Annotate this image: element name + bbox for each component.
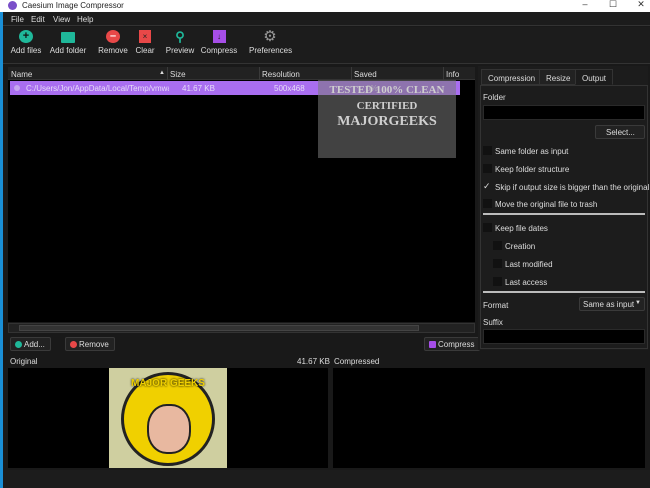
- title-bar: Caesium Image Compressor – ☐ ✕: [0, 0, 650, 12]
- format-value: Same as input: [583, 300, 635, 309]
- last-modified-checkbox[interactable]: [493, 259, 502, 268]
- gear-icon: ⚙: [263, 28, 277, 45]
- preview-label: Preview: [165, 46, 195, 55]
- folder-icon: [61, 32, 75, 43]
- skip-bigger-label: Skip if output size is bigger than the o…: [495, 183, 650, 192]
- minimize-button[interactable]: –: [578, 0, 592, 9]
- tab-compression[interactable]: Compression: [481, 69, 543, 85]
- column-resolution[interactable]: Resolution: [262, 70, 300, 79]
- column-size[interactable]: Size: [170, 70, 186, 79]
- keep-structure-checkbox[interactable]: [483, 164, 492, 173]
- status-bar: [3, 470, 650, 488]
- column-info[interactable]: Info: [446, 70, 459, 79]
- original-label: Original: [10, 357, 38, 366]
- last-access-label: Last access: [505, 278, 548, 287]
- window-border: [0, 12, 3, 488]
- suffix-input[interactable]: [483, 329, 645, 344]
- menu-file[interactable]: File: [11, 15, 24, 24]
- clear-label: Clear: [135, 46, 155, 55]
- window-title: Caesium Image Compressor: [22, 1, 124, 10]
- keep-dates-label: Keep file dates: [495, 224, 548, 233]
- cell-size: 41.67 KB: [182, 84, 215, 93]
- compress-label: Compress: [438, 340, 475, 349]
- preferences-button[interactable]: ⚙ Preferences: [249, 28, 293, 55]
- watermark-line: MAJORGEEKS: [337, 114, 437, 129]
- watermark-line: TESTED 100% CLEAN: [329, 84, 445, 96]
- last-modified-label: Last modified: [505, 260, 553, 269]
- menu-edit[interactable]: Edit: [31, 15, 45, 24]
- move-trash-label: Move the original file to trash: [495, 200, 598, 209]
- maximize-button[interactable]: ☐: [606, 0, 620, 9]
- minus-circle-icon: –: [106, 30, 120, 43]
- column-saved[interactable]: Saved: [354, 70, 377, 79]
- menu-bar: File Edit View Help: [3, 12, 650, 26]
- folder-label: Folder: [483, 93, 506, 102]
- minus-circle-icon: [70, 341, 77, 348]
- preview-button[interactable]: ⚲ Preview: [160, 30, 200, 55]
- move-trash-checkbox[interactable]: [483, 199, 492, 208]
- creation-checkbox[interactable]: [493, 241, 502, 250]
- menu-help[interactable]: Help: [77, 15, 93, 24]
- keep-dates-checkbox[interactable]: [483, 223, 492, 232]
- compress-box-icon: ↓: [212, 30, 226, 43]
- folder-input[interactable]: [483, 105, 645, 120]
- scrollbar-thumb[interactable]: [19, 325, 419, 331]
- watermark-overlay: TESTED 100% CLEAN CERTIFIED MAJORGEEKS: [318, 80, 456, 158]
- compressed-preview: [333, 368, 645, 468]
- status-dot-icon: [14, 85, 20, 91]
- tab-output[interactable]: Output: [575, 69, 614, 85]
- same-folder-checkbox[interactable]: [483, 146, 492, 155]
- tab-resize[interactable]: Resize: [539, 69, 578, 85]
- plus-circle-icon: +: [19, 30, 33, 43]
- original-preview: MAJOR GEEKS: [8, 368, 328, 468]
- divider: [483, 213, 645, 215]
- app-logo-icon: [8, 1, 17, 10]
- select-folder-button[interactable]: Select...: [595, 125, 645, 139]
- skip-bigger-checkbox[interactable]: ✓: [483, 182, 492, 191]
- creation-label: Creation: [505, 242, 536, 251]
- clear-button[interactable]: × Clear: [125, 30, 165, 55]
- search-icon: ⚲: [175, 29, 185, 44]
- add-files-label: Add files: [10, 46, 42, 55]
- sort-up-icon: ▲: [159, 70, 165, 76]
- compress-button[interactable]: ↓ Compress: [199, 30, 239, 55]
- preferences-label: Preferences: [249, 46, 293, 55]
- compress-label: Compress: [200, 46, 238, 55]
- cell-name: C:/Users/Jon/AppData/Local/Temp/vmwa: [26, 84, 169, 93]
- preview-image: MAJOR GEEKS: [109, 368, 227, 468]
- chevron-down-icon: ▼: [635, 300, 641, 306]
- add-folder-button[interactable]: Add folder: [48, 30, 88, 55]
- toolbar: + Add files Add folder – Remove × Clear …: [3, 27, 650, 64]
- horizontal-scrollbar[interactable]: [8, 323, 475, 333]
- suffix-label: Suffix: [483, 318, 503, 327]
- compressed-label: Compressed: [334, 357, 380, 366]
- table-header: Name ▲ Size Resolution Saved Info: [8, 67, 475, 80]
- compress-box-icon: [429, 341, 436, 348]
- add-label: Add...: [24, 340, 45, 349]
- trash-icon: ×: [139, 30, 151, 43]
- cell-resolution: 500x468: [274, 84, 305, 93]
- format-label: Format: [483, 301, 509, 310]
- column-name[interactable]: Name: [11, 70, 32, 79]
- add-folder-label: Add folder: [49, 46, 87, 55]
- add-button[interactable]: Add...: [10, 337, 51, 351]
- menu-view[interactable]: View: [53, 15, 70, 24]
- add-files-button[interactable]: + Add files: [6, 30, 46, 55]
- remove-label: Remove: [79, 340, 109, 349]
- remove-file-button[interactable]: Remove: [65, 337, 115, 351]
- plus-circle-icon: [15, 341, 22, 348]
- same-folder-label: Same folder as input: [495, 147, 569, 156]
- divider: [483, 291, 645, 293]
- last-access-checkbox[interactable]: [493, 277, 502, 286]
- image-logo-text: MAJOR GEEKS: [131, 378, 205, 389]
- format-select[interactable]: Same as input ▼: [579, 297, 645, 311]
- compress-small-button[interactable]: Compress: [424, 337, 481, 351]
- original-size: 41.67 KB: [297, 357, 330, 366]
- keep-structure-label: Keep folder structure: [495, 165, 570, 174]
- watermark-line: CERTIFIED: [356, 100, 418, 112]
- close-button[interactable]: ✕: [634, 0, 648, 9]
